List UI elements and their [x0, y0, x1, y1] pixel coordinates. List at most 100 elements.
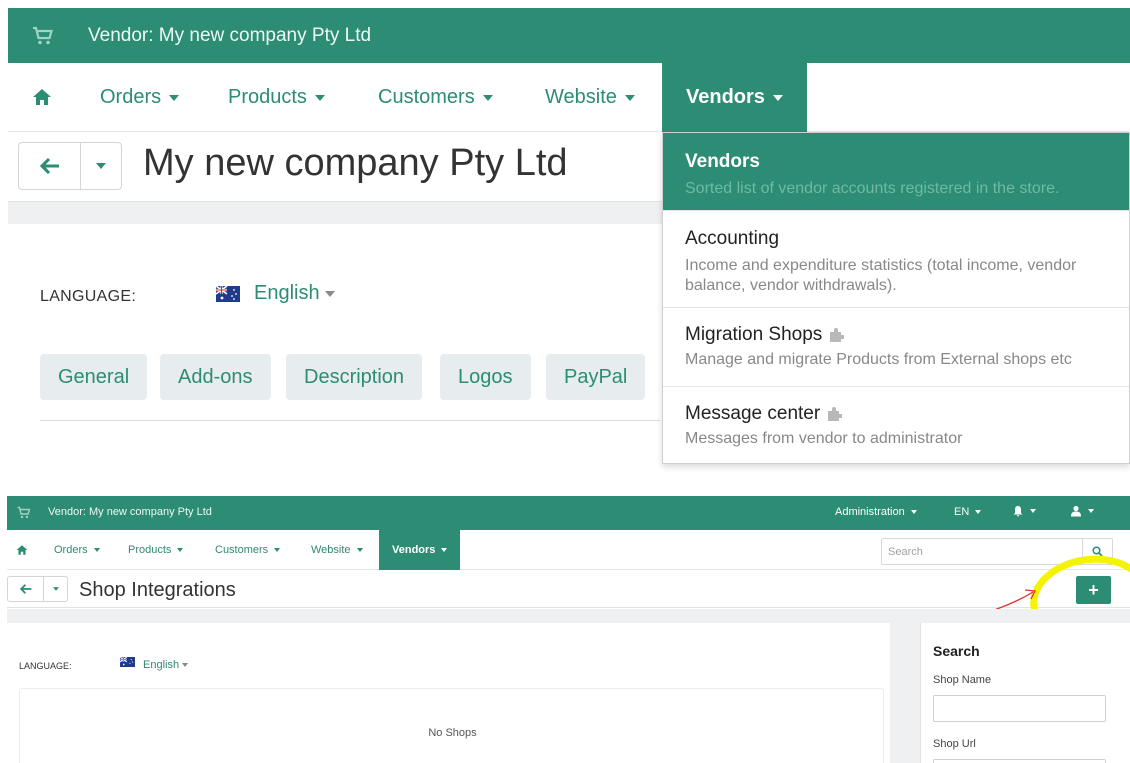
menu-item-title: Migration Shops — [685, 324, 823, 345]
page-title: My new company Pty Ltd — [143, 142, 568, 184]
nav-customers[interactable]: Customers — [378, 63, 493, 132]
language-code: EN — [954, 506, 970, 518]
search-sidebar: Search Shop Name Shop Url — [920, 623, 1130, 763]
back-dropdown-button[interactable] — [44, 577, 67, 601]
vendor-title: Vendor: My new company Pty Ltd — [88, 24, 372, 46]
nav-website[interactable]: Website — [311, 530, 363, 570]
nav-vendors-label: Vendors — [686, 86, 765, 108]
language-label: LANGUAGE: — [40, 288, 137, 305]
nav-vendors[interactable]: Vendors — [662, 63, 807, 132]
shop-url-field[interactable] — [933, 759, 1106, 763]
caret-down-icon — [96, 163, 106, 169]
caret-down-icon — [182, 663, 189, 668]
australia-flag-icon — [120, 657, 135, 667]
shop-url-label: Shop Url — [933, 738, 976, 750]
caret-down-icon — [1030, 509, 1036, 514]
tab-paypal[interactable]: PayPal — [546, 354, 646, 400]
caret-down-icon — [169, 94, 180, 101]
nav-orders-label: Orders — [54, 544, 88, 556]
language-value: English — [254, 282, 320, 304]
shop-name-label: Shop Name — [933, 674, 992, 686]
nav-products[interactable]: Products — [228, 63, 325, 132]
menu-item-vendors[interactable]: Vendors Sorted list of vendor accounts r… — [663, 133, 1129, 211]
menu-item-title-row: Message center — [685, 403, 1129, 425]
menu-item-title: Accounting — [685, 228, 780, 249]
nav-orders-label: Orders — [100, 86, 162, 108]
caret-down-icon — [314, 94, 325, 101]
arrow-left-icon — [39, 158, 59, 174]
administration-menu[interactable]: Administration — [835, 506, 917, 518]
menu-item-description: Sorted list of vendor accounts registere… — [685, 180, 1060, 197]
caret-down-icon — [482, 94, 493, 101]
shop-integrations-panel: Vendor: My new company Pty Ltd Administr… — [0, 494, 1130, 763]
caret-down-icon — [356, 548, 363, 553]
shop-name-field[interactable] — [933, 695, 1106, 722]
main-nav: Orders Products Customers Website Vendor… — [8, 63, 1130, 132]
vendors-dropdown-menu: Vendors Sorted list of vendor accounts r… — [662, 132, 1130, 464]
menu-item-title: Message center — [685, 403, 821, 424]
search-input[interactable] — [882, 539, 1080, 564]
vendor-title: Vendor: My new company Pty Ltd — [48, 506, 212, 518]
language-menu[interactable]: EN — [954, 506, 982, 518]
puzzle-piece-icon — [828, 406, 843, 421]
nav-vendors-label: Vendors — [392, 544, 436, 556]
menu-item-migration-shops[interactable]: Migration Shops Manage and migrate Produ… — [663, 308, 1129, 387]
header-bar: Vendor: My new company Pty Ltd Administr… — [7, 496, 1130, 530]
language-selector[interactable]: English — [254, 282, 335, 305]
nav-customers-label: Customers — [215, 544, 269, 556]
tab-general[interactable]: General — [40, 354, 148, 400]
back-button[interactable] — [19, 143, 81, 189]
back-button-group — [7, 576, 68, 602]
back-button-group — [18, 142, 122, 190]
menu-item-accounting[interactable]: Accounting Income and expenditure statis… — [663, 211, 1129, 308]
tab-description[interactable]: Description — [286, 354, 423, 400]
administration-label: Administration — [835, 506, 905, 518]
tab-logos[interactable]: Logos — [440, 354, 531, 400]
caret-down-icon — [1088, 509, 1094, 514]
menu-item-description: Messages from vendor to administrator — [685, 430, 963, 447]
back-dropdown-button[interactable] — [81, 143, 121, 189]
language-label: LANGUAGE: — [19, 661, 72, 671]
menu-item-title: Vendors — [685, 151, 760, 172]
shopping-cart-icon — [17, 506, 31, 519]
notifications-menu[interactable] — [1012, 505, 1036, 517]
zoomed-vendor-menu-panel: Vendor: My new company Pty Ltd Orders Pr… — [0, 0, 1130, 472]
australia-flag-icon — [216, 286, 240, 302]
caret-down-icon — [274, 548, 281, 553]
caret-down-icon — [975, 510, 982, 515]
nav-orders[interactable]: Orders — [100, 63, 180, 132]
menu-item-title-row: Migration Shops — [685, 324, 1129, 346]
language-selector[interactable]: English — [143, 659, 189, 671]
tabs-divider — [40, 420, 660, 421]
nav-customers[interactable]: Customers — [215, 530, 281, 570]
nav-website[interactable]: Website — [545, 63, 635, 132]
page-title: Shop Integrations — [79, 579, 236, 601]
user-menu[interactable] — [1070, 505, 1094, 517]
caret-down-icon — [772, 94, 783, 101]
header-bar: Vendor: My new company Pty Ltd — [8, 8, 1130, 63]
nav-products-label: Products — [128, 544, 172, 556]
nav-website-label: Website — [311, 544, 351, 556]
nav-website-label: Website — [545, 86, 617, 108]
nav-vendors[interactable]: Vendors — [379, 530, 461, 570]
nav-products[interactable]: Products — [128, 530, 184, 570]
user-icon — [1071, 505, 1081, 517]
caret-down-icon — [441, 548, 448, 553]
home-icon[interactable] — [32, 87, 52, 107]
nav-orders[interactable]: Orders — [54, 530, 100, 570]
divider-band — [7, 609, 1130, 623]
tab-add-ons[interactable]: Add-ons — [160, 354, 271, 400]
sidebar-title: Search — [933, 643, 980, 659]
caret-down-icon — [624, 94, 635, 101]
back-button[interactable] — [8, 577, 44, 601]
caret-down-icon — [52, 587, 59, 591]
empty-state-text: No Shops — [428, 727, 477, 739]
arrow-left-icon — [19, 584, 31, 594]
main-nav: Orders Products Customers Website Vendor… — [7, 530, 1130, 570]
menu-item-description: Income and expenditure statistics (total… — [685, 257, 1077, 294]
caret-down-icon — [93, 548, 100, 553]
caret-down-icon — [177, 548, 184, 553]
caret-down-icon — [324, 290, 335, 297]
menu-item-message-center[interactable]: Message center Messages from vendor to a… — [663, 387, 1129, 465]
home-icon[interactable] — [16, 544, 28, 556]
